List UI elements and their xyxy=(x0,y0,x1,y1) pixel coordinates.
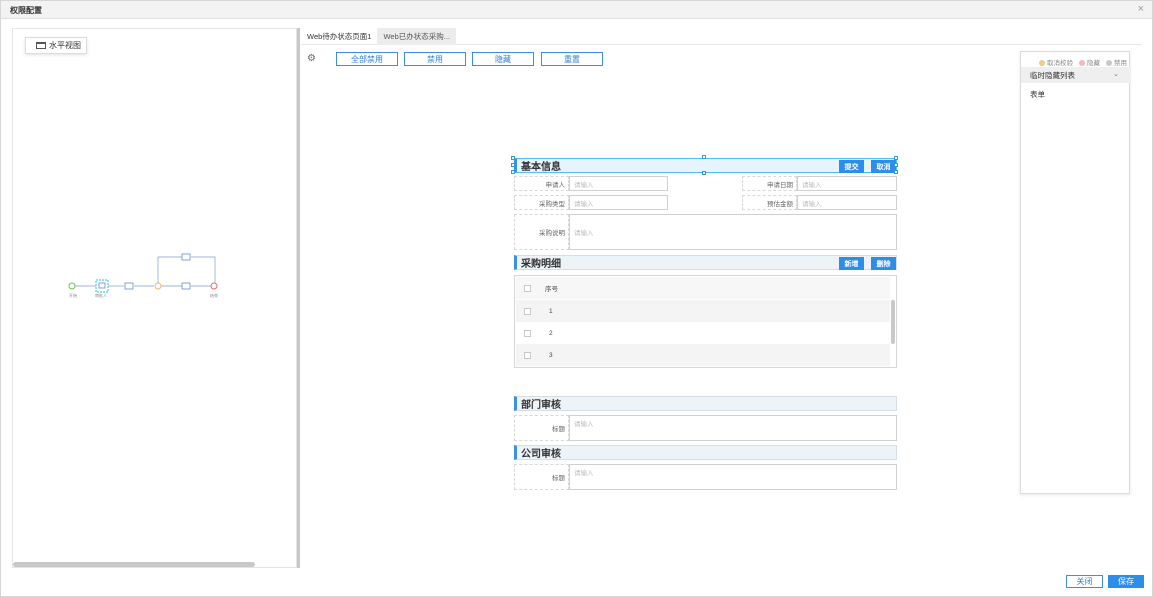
form-row: 申请人 请输入 申请日期 请输入 xyxy=(514,176,897,191)
section-title: 公司审核 xyxy=(521,449,561,460)
apply-date-input[interactable]: 请输入 xyxy=(797,176,897,191)
end-node-label: 结束 xyxy=(210,292,218,298)
gear-icon[interactable]: ⚙ xyxy=(307,53,316,64)
start-node-label: 开始 xyxy=(69,292,77,298)
resize-handle[interactable] xyxy=(894,163,898,167)
status-legend: 取消校验 隐藏 禁用 xyxy=(1021,57,1131,67)
table-row: 3 xyxy=(516,344,890,366)
field-label: 采购类型 xyxy=(514,195,569,210)
select-all-checkbox[interactable] xyxy=(524,284,531,292)
column-header: 序号 xyxy=(545,286,558,293)
table-row: 2 xyxy=(516,322,890,344)
hide-button[interactable]: 隐藏 xyxy=(472,52,534,66)
purchase-type-input[interactable]: 请输入 xyxy=(569,195,668,210)
flow-canvas[interactable]: 水平视图 开始 审批人 结束 xyxy=(12,28,297,568)
resize-handle[interactable] xyxy=(511,170,515,174)
field-label: 标题 xyxy=(514,464,569,490)
purchase-desc-textarea[interactable]: 请输入 xyxy=(569,214,897,250)
hidden-list-header[interactable]: 临时隐藏列表 ⌄ xyxy=(1021,67,1131,83)
form-row: 采购类型 请输入 预估金额 请输入 xyxy=(514,195,897,210)
section-title: 部门审核 xyxy=(521,400,561,411)
table-scrollbar[interactable] xyxy=(891,300,895,344)
resize-handle[interactable] xyxy=(511,163,515,167)
form-row: 标题 请输入 xyxy=(514,464,897,490)
close-button[interactable]: 关闭 xyxy=(1066,575,1103,588)
row-checkbox[interactable] xyxy=(524,307,531,315)
detail-table: 序号 1 2 3 xyxy=(514,275,897,368)
delete-row-button[interactable]: 删除 xyxy=(871,257,896,270)
dept-opinion-textarea[interactable]: 请输入 xyxy=(569,415,897,441)
permission-config-dialog: 权限配置 × 水平视图 开始 审批人 结束 Web待办状态页面1 Web已办状态… xyxy=(0,0,1153,597)
section-title: 采购明细 xyxy=(521,259,561,270)
orange-dot-icon xyxy=(1039,60,1045,67)
row-checkbox[interactable] xyxy=(524,351,531,359)
legend-item: 取消校验 xyxy=(1039,57,1073,67)
legend-item: 禁用 xyxy=(1106,57,1127,67)
row-checkbox[interactable] xyxy=(524,329,531,337)
resize-handle[interactable] xyxy=(894,156,898,160)
tab-web-done[interactable]: Web已办状态采购... xyxy=(377,28,457,45)
section-title: 基本信息 xyxy=(521,162,561,173)
form-row: 采购说明 请输入 xyxy=(514,214,897,250)
form-tabs: Web待办状态页面1 Web已办状态采购... xyxy=(301,28,1142,45)
approver-node-label: 审批人 xyxy=(95,292,107,298)
row-index: 2 xyxy=(549,329,553,337)
gateway-node xyxy=(154,282,162,290)
task-node xyxy=(124,282,134,290)
tab-web-todo[interactable]: Web待办状态页面1 xyxy=(301,28,377,45)
row-index: 1 xyxy=(549,307,553,315)
table-row: 1 xyxy=(516,300,890,322)
field-label: 申请日期 xyxy=(742,176,797,191)
submit-button[interactable]: 提交 xyxy=(839,160,864,173)
section-dept-audit[interactable]: 部门审核 xyxy=(514,396,897,411)
form-row: 标题 请输入 xyxy=(514,415,897,441)
resize-handle[interactable] xyxy=(894,170,898,174)
dialog-titlebar: 权限配置 × xyxy=(1,1,1152,19)
row-index: 3 xyxy=(549,351,553,359)
disable-all-button[interactable]: 全部禁用 xyxy=(336,52,398,66)
field-label: 采购说明 xyxy=(514,214,569,250)
disable-button[interactable]: 禁用 xyxy=(404,52,466,66)
section-purchase-detail[interactable]: 采购明细 新增 删除 xyxy=(514,255,897,270)
form-editor: Web待办状态页面1 Web已办状态采购... ⚙ 全部禁用 禁用 隐藏 重置 … xyxy=(301,28,1142,568)
end-node-icon xyxy=(210,282,218,290)
hidden-list-title: 临时隐藏列表 xyxy=(1030,70,1075,80)
gray-dot-icon xyxy=(1106,60,1112,67)
save-button[interactable]: 保存 xyxy=(1108,575,1144,588)
panel-splitter[interactable] xyxy=(297,28,300,568)
hidden-list-panel: 取消校验 隐藏 禁用 临时隐藏列表 ⌄ 表单 xyxy=(1020,51,1131,494)
start-node-icon xyxy=(68,282,76,290)
budget-input[interactable]: 请输入 xyxy=(797,195,897,210)
task-node xyxy=(181,253,191,261)
horizontal-scrollbar[interactable] xyxy=(13,562,255,567)
dialog-title: 权限配置 xyxy=(10,6,42,15)
reset-button[interactable]: 重置 xyxy=(541,52,603,66)
resize-handle[interactable] xyxy=(511,156,515,160)
close-icon[interactable]: × xyxy=(1138,3,1144,15)
add-row-button[interactable]: 新增 xyxy=(839,257,864,270)
field-label: 预估金额 xyxy=(742,195,797,210)
resize-handle[interactable] xyxy=(702,155,706,159)
cancel-button[interactable]: 取消 xyxy=(871,160,896,173)
field-label: 申请人 xyxy=(514,176,569,191)
hidden-list-item[interactable]: 表单 xyxy=(1030,89,1045,100)
resize-handle[interactable] xyxy=(702,171,706,175)
pink-dot-icon xyxy=(1079,60,1085,67)
section-company-audit[interactable]: 公司审核 xyxy=(514,445,897,460)
task-node xyxy=(181,282,191,290)
chevron-down-icon[interactable]: ⌄ xyxy=(1113,70,1119,78)
field-label: 标题 xyxy=(514,415,569,441)
flow-diagram: 开始 审批人 结束 xyxy=(68,253,218,298)
legend-item: 隐藏 xyxy=(1079,57,1100,67)
table-header: 序号 xyxy=(516,277,890,299)
company-opinion-textarea[interactable]: 请输入 xyxy=(569,464,897,490)
applicant-input[interactable]: 请输入 xyxy=(569,176,668,191)
